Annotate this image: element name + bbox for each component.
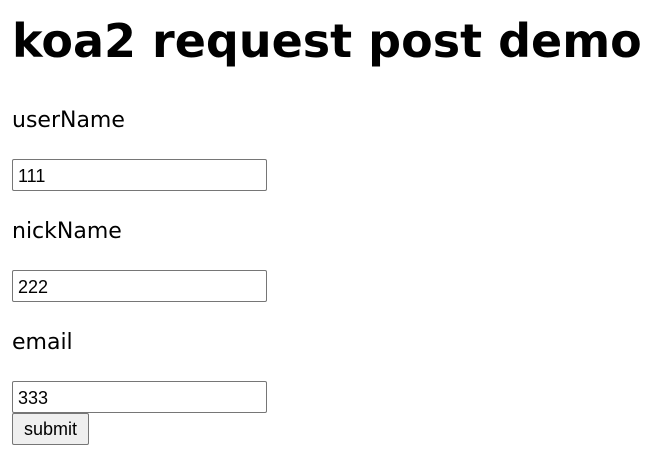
- username-label: userName: [12, 108, 125, 133]
- username-input[interactable]: [12, 159, 267, 191]
- submit-button[interactable]: submit: [12, 413, 90, 445]
- page-title: koa2 request post demo: [12, 14, 642, 68]
- email-label: email: [12, 330, 73, 355]
- nickname-input[interactable]: [12, 270, 267, 302]
- page: koa2 request post demo userName nickName…: [0, 0, 647, 459]
- nickname-label: nickName: [12, 219, 122, 244]
- email-input[interactable]: [12, 381, 267, 413]
